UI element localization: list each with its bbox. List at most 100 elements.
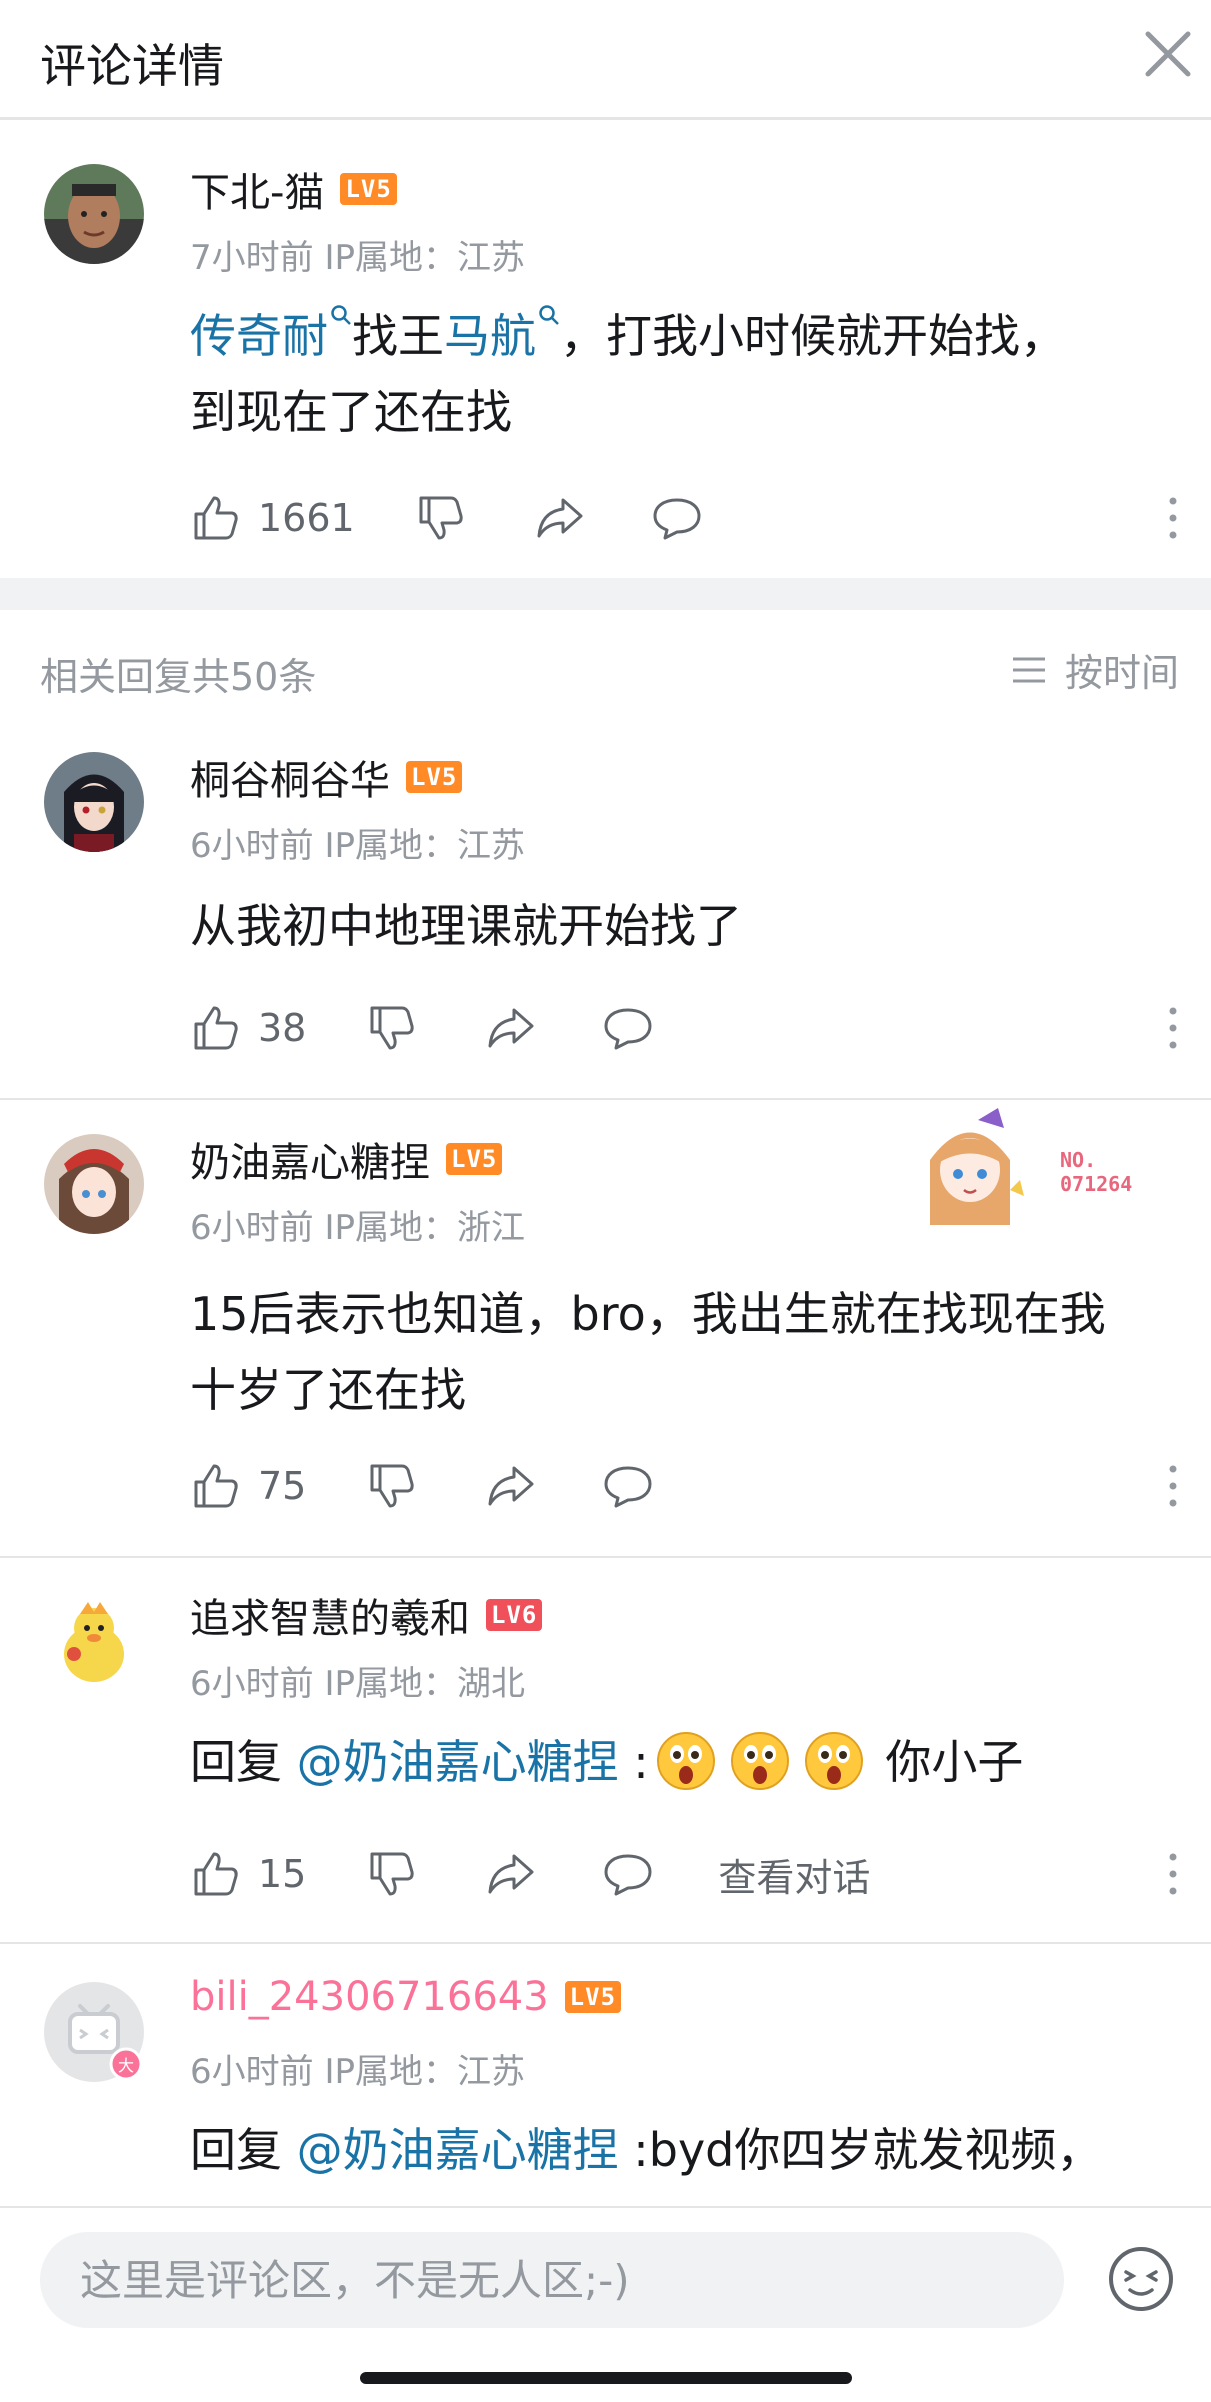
more-icon[interactable] xyxy=(1163,493,1183,543)
like-button[interactable]: 75 xyxy=(190,1460,306,1512)
share-icon xyxy=(488,1008,534,1048)
username-row: 下北-猫 LV5 xyxy=(190,160,397,218)
comment-content: 回复 @奶油嘉心糖捏 : 你小子 xyxy=(190,1724,1150,1800)
section-divider xyxy=(0,578,1211,610)
surprised-emoji-icon xyxy=(804,1732,863,1790)
comment-icon xyxy=(604,1854,652,1896)
search-icon xyxy=(331,305,351,325)
content-text: 到现在了还在找 xyxy=(190,385,512,439)
avatar[interactable] xyxy=(44,1592,144,1692)
reply-prefix: 回复 xyxy=(190,1735,297,1789)
badge-number: NO. 071264 xyxy=(1060,1148,1132,1196)
share-button[interactable] xyxy=(484,1002,536,1054)
replies-header: 相关回复共50条 按时间 xyxy=(0,612,1211,722)
home-indicator[interactable] xyxy=(360,2372,852,2384)
search-link[interactable]: 马航 xyxy=(444,309,536,363)
level-badge: LV5 xyxy=(564,1981,622,2013)
like-button[interactable]: 38 xyxy=(190,1002,306,1054)
thumbs-down-icon xyxy=(370,1852,415,1896)
replies-count: 相关回复共50条 xyxy=(40,655,317,699)
username[interactable]: 奶油嘉心糖捏 xyxy=(190,1130,430,1188)
username-row: 奶油嘉心糖捏 LV5 xyxy=(190,1130,503,1188)
thumbs-up-icon xyxy=(194,1006,238,1050)
comment-input-container xyxy=(40,2232,1064,2328)
sort-label: 按时间 xyxy=(1064,651,1179,695)
content-text: 你小子 xyxy=(870,1735,1024,1789)
share-button[interactable] xyxy=(533,492,585,544)
share-button[interactable] xyxy=(484,1848,536,1900)
action-bar: 38 xyxy=(190,998,1170,1058)
username[interactable]: 下北-猫 xyxy=(190,160,324,218)
avatar[interactable] xyxy=(44,164,144,264)
avatar[interactable] xyxy=(44,1134,144,1234)
mention-link[interactable]: @奶油嘉心糖捏 xyxy=(297,1735,619,1789)
reply-item: 大 bili_24306716643 LV5 6小时前 IP属地：江苏 回复 @… xyxy=(0,1944,1211,2206)
level-badge: LV6 xyxy=(486,1599,543,1631)
username-row: 追求智慧的羲和 LV6 xyxy=(190,1586,543,1644)
fan-badge: NO. 071264 xyxy=(900,1100,1180,1230)
mention-link[interactable]: @奶油嘉心糖捏 xyxy=(297,2123,619,2177)
thumbs-down-icon xyxy=(370,1464,415,1508)
more-icon[interactable] xyxy=(1163,1461,1183,1511)
more-icon[interactable] xyxy=(1163,1849,1183,1899)
separator: : xyxy=(618,1735,649,1789)
thumbs-up-icon xyxy=(194,496,238,540)
like-button[interactable]: 1661 xyxy=(190,492,355,544)
username-row: bili_24306716643 LV5 xyxy=(190,1974,622,2020)
reply-prefix: 回复 xyxy=(190,2123,297,2177)
page-title: 评论详情 xyxy=(40,39,224,93)
more-icon[interactable] xyxy=(1163,1003,1183,1053)
content-line: 15后表示也知道，bro，我出生就在找现在我 xyxy=(190,1287,1106,1341)
level-badge: LV5 xyxy=(446,1143,503,1175)
level-badge: LV5 xyxy=(406,761,463,793)
reply-button[interactable] xyxy=(651,492,703,544)
username[interactable]: 桐谷桐谷华 xyxy=(190,748,390,806)
emoji-button[interactable] xyxy=(1106,2244,1176,2314)
share-icon xyxy=(488,1854,534,1894)
username[interactable]: bili_24306716643 xyxy=(190,1974,549,2020)
reply-button[interactable] xyxy=(602,1848,654,1900)
comment-icon xyxy=(604,1008,652,1050)
content-text: :byd你四岁就发视频， xyxy=(618,2123,1103,2177)
anime-girl-badge-icon xyxy=(930,1108,1024,1225)
surprised-emoji-icon xyxy=(730,1732,789,1790)
reply-item: 桐谷桐谷华 LV5 6小时前 IP属地：江苏 从我初中地理课就开始找了 38 xyxy=(0,722,1211,1100)
like-count: 75 xyxy=(258,1464,307,1508)
dislike-button[interactable] xyxy=(366,1848,418,1900)
like-count: 38 xyxy=(258,1006,307,1050)
reply-button[interactable] xyxy=(602,1002,654,1054)
badge-prefix: NO. xyxy=(1060,1148,1097,1172)
like-count: 1661 xyxy=(258,496,355,540)
action-bar: 1661 xyxy=(190,488,1170,548)
comment-meta: 6小时前 IP属地：湖北 xyxy=(190,1664,525,1704)
svg-text:大: 大 xyxy=(118,2056,134,2075)
avatar[interactable]: 大 xyxy=(44,1982,144,2082)
view-conversation-link[interactable]: 查看对话 xyxy=(718,1847,870,1902)
search-link[interactable]: 传奇耐 xyxy=(190,309,328,363)
comment-content: 15后表示也知道，bro，我出生就在找现在我 十岁了还在找 xyxy=(190,1276,1150,1428)
reply-button[interactable] xyxy=(602,1460,654,1512)
like-button[interactable]: 15 xyxy=(190,1848,306,1900)
reply-item: 追求智慧的羲和 LV6 6小时前 IP属地：湖北 回复 @奶油嘉心糖捏 : 你小… xyxy=(0,1558,1211,1944)
badge-serial: 071264 xyxy=(1060,1172,1133,1196)
comment-meta: 6小时前 IP属地：江苏 xyxy=(190,826,525,866)
action-bar: 15 查看对话 xyxy=(190,1844,1170,1904)
avatar[interactable] xyxy=(44,752,144,852)
comment-meta: 6小时前 IP属地：江苏 xyxy=(190,2052,525,2092)
comment-input[interactable] xyxy=(40,2232,1064,2328)
thumbs-up-icon xyxy=(194,1464,238,1508)
username[interactable]: 追求智慧的羲和 xyxy=(190,1586,470,1644)
dislike-button[interactable] xyxy=(366,1002,418,1054)
page-header: 评论详情 xyxy=(0,0,1211,120)
dislike-button[interactable] xyxy=(415,492,467,544)
emoji-icon xyxy=(1109,2247,1173,2311)
thumbs-down-icon xyxy=(419,496,463,540)
comment-meta: 6小时前 IP属地：浙江 xyxy=(190,1208,525,1248)
sort-button[interactable]: 按时间 xyxy=(1009,642,1179,697)
main-comment: 下北-猫 LV5 7小时前 IP属地：江苏 传奇耐 找王马航 ，打我小时候就开始找，… xyxy=(0,120,1211,575)
thumbs-up-icon xyxy=(194,1852,238,1896)
dislike-button[interactable] xyxy=(366,1460,418,1512)
close-button[interactable] xyxy=(1140,26,1196,82)
comment-content: 从我初中地理课就开始找了 xyxy=(190,899,742,953)
share-button[interactable] xyxy=(484,1460,536,1512)
